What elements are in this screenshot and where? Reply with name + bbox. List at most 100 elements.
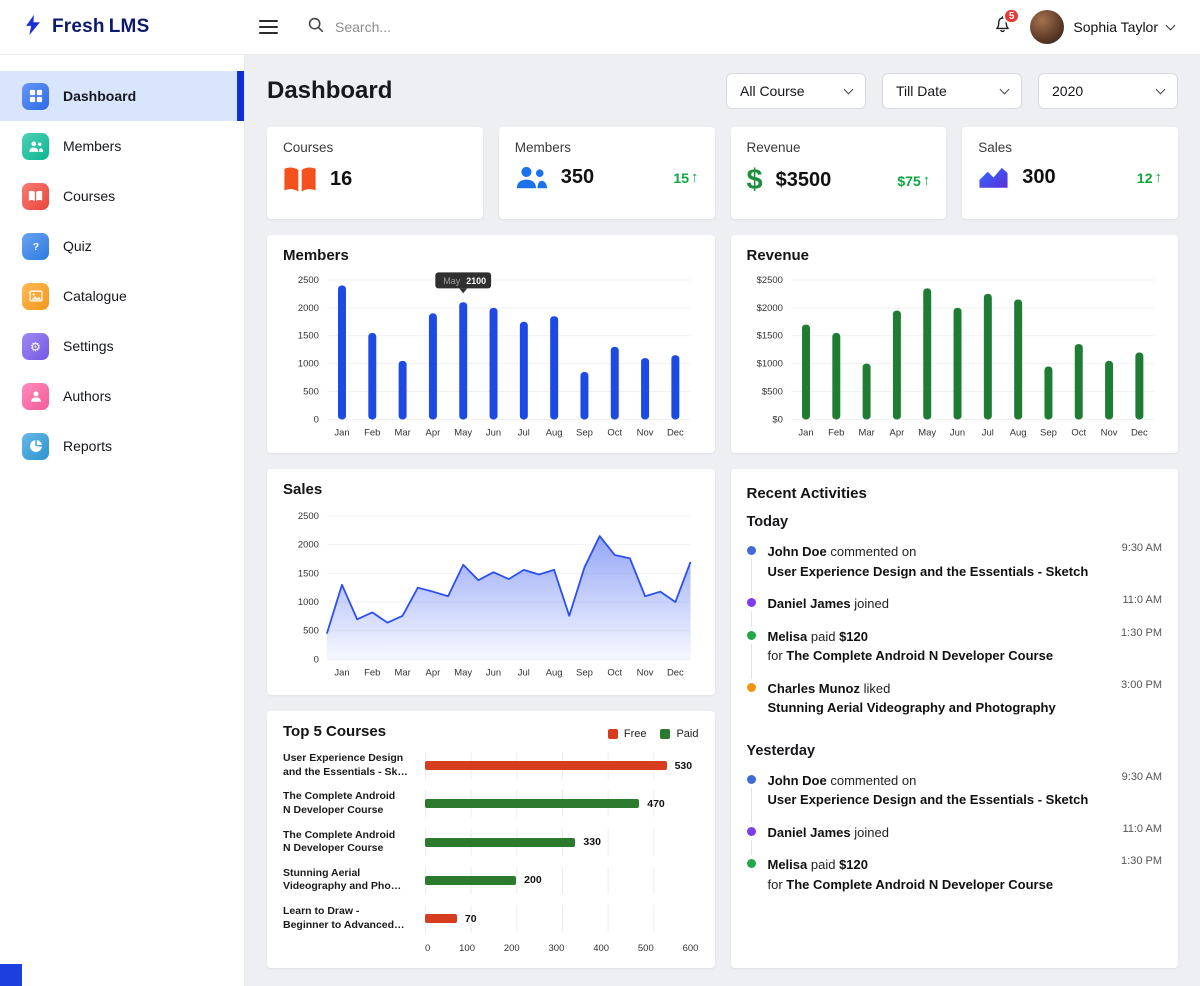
top-courses-title: Top 5 Courses xyxy=(283,723,387,740)
activity-text: Daniel James joined xyxy=(767,596,889,611)
legend-swatch xyxy=(660,728,671,739)
sidebar-item-label: Members xyxy=(63,138,122,154)
search-icon xyxy=(307,16,324,38)
svg-text:500: 500 xyxy=(303,387,319,398)
svg-text:$0: $0 xyxy=(772,414,783,425)
sidebar-item-authors[interactable]: Authors xyxy=(0,371,244,421)
activity-dot xyxy=(747,859,756,868)
up-arrow-icon: ↑ xyxy=(691,169,699,186)
svg-text:Oct: Oct xyxy=(1071,427,1086,438)
activity-time: 11:0 AM xyxy=(1122,822,1162,835)
hbar-row: Stunning Aerial Videography and Pho… 200 xyxy=(283,867,699,894)
sidebar-item-label: Reports xyxy=(63,438,113,454)
bottom-accent xyxy=(0,964,22,986)
activities-title: Recent Activities xyxy=(746,485,867,502)
hbar-label: The Complete Android N Developer Course xyxy=(283,828,396,855)
sidebar-item-label: Quiz xyxy=(63,238,92,254)
activity-rail xyxy=(747,627,757,679)
svg-text:0: 0 xyxy=(314,654,319,665)
menu-toggle-button[interactable] xyxy=(259,17,285,37)
svg-text:0: 0 xyxy=(314,414,319,425)
stat-value: 350 xyxy=(560,166,595,188)
svg-text:$2000: $2000 xyxy=(756,303,782,314)
charts-grid: Members 0 500 1000 1500 2000 2500 Jan Feb Mar Apr… xyxy=(267,235,1178,968)
sidebar-item-catalogue[interactable]: Catalogue xyxy=(0,271,244,321)
svg-text:Jan: Jan xyxy=(798,427,813,438)
user-menu[interactable]: Sophia Taylor xyxy=(1030,10,1176,44)
svg-text:Nov: Nov xyxy=(637,667,654,678)
svg-text:Apr: Apr xyxy=(426,427,441,438)
filter-select-2[interactable]: 2020 xyxy=(1038,73,1178,109)
svg-text:Jun: Jun xyxy=(486,667,501,678)
settings-icon: ⚙ xyxy=(22,332,49,360)
svg-text:Jun: Jun xyxy=(486,427,501,438)
svg-text:2100: 2100 xyxy=(466,276,486,286)
search-input[interactable] xyxy=(333,18,523,36)
filter-value: All Course xyxy=(740,83,805,99)
logo-text-secondary: LMS xyxy=(108,16,150,37)
sidebar-item-quiz[interactable]: ? Quiz xyxy=(0,221,244,271)
activity-time: 9:30 AM xyxy=(1121,770,1162,783)
stat-label: Members xyxy=(514,140,572,155)
stat-cards: Courses 16 Members 350 15 ↑ Revenue $ $3500 $75 ↑ S… xyxy=(267,127,1178,219)
revenue-chart-card: Revenue $0 $500 $1000 $1500 $2000 $2500 Jan Feb… xyxy=(730,235,1178,453)
svg-text:Sep: Sep xyxy=(576,427,593,438)
activity-item: John Doe commented on User Experience Des… xyxy=(747,542,1162,594)
activity-time: 9:30 AM xyxy=(1121,542,1162,554)
activity-text: John Doe commented on User Experience Des… xyxy=(767,772,1089,808)
sidebar-item-reports[interactable]: Reports xyxy=(0,421,244,471)
activity-dot xyxy=(747,774,756,784)
svg-text:Nov: Nov xyxy=(637,427,654,438)
sidebar-item-members[interactable]: Members xyxy=(0,121,244,171)
app-root: FreshLMS 5 Sophia Taylor Das xyxy=(0,0,1200,986)
activity-text: Daniel James joined xyxy=(767,824,889,840)
hbar-axis: 0 100 200 300 400 500 600 xyxy=(425,943,699,954)
svg-text:⚙: ⚙ xyxy=(30,340,41,354)
hbar-bar xyxy=(425,837,576,847)
sidebar-item-settings[interactable]: ⚙ Settings xyxy=(0,321,244,371)
sidebar-item-label: Catalogue xyxy=(63,288,127,304)
recent-activities-card: Recent Activities Today John Doe commente… xyxy=(730,469,1178,968)
stat-value: 16 xyxy=(330,168,353,190)
notifications-button[interactable]: 5 xyxy=(990,8,1021,39)
filters: All Course Till Date 2020 xyxy=(726,73,1178,109)
filter-value: Till Date xyxy=(896,83,947,99)
up-arrow-icon: ↑ xyxy=(922,172,931,189)
hbar-axis-tick: 500 xyxy=(637,943,654,955)
sidebar-item-label: Authors xyxy=(63,388,112,404)
sidebar-item-dashboard[interactable]: Dashboard xyxy=(0,71,244,121)
hbar-axis-tick: 600 xyxy=(682,943,699,955)
hbar-bar xyxy=(425,875,517,885)
logo[interactable]: Fresh LMS xyxy=(0,14,245,41)
legend-item: Free xyxy=(607,728,646,740)
members-chart-card: Members 0 500 1000 1500 2000 2500 Jan Feb Mar Apr… xyxy=(267,235,715,453)
stat-card-members: Members 350 15 ↑ xyxy=(498,127,715,219)
sidebar-item-courses[interactable]: Courses xyxy=(0,171,244,221)
dashboard-icon xyxy=(22,82,49,110)
book-icon xyxy=(283,166,317,193)
main-content: Dashboard All Course Till Date 2020 Course… xyxy=(245,55,1200,986)
logo-icon xyxy=(22,14,44,41)
activities-section-label: Today xyxy=(746,514,789,530)
svg-text:Apr: Apr xyxy=(426,667,441,678)
svg-text:Jul: Jul xyxy=(981,427,993,438)
svg-text:1000: 1000 xyxy=(298,597,319,608)
svg-text:Feb: Feb xyxy=(364,427,380,438)
activity-item: Daniel James joined 11:0 AM xyxy=(747,822,1162,855)
members-chart-title: Members xyxy=(283,247,349,264)
svg-text:$1500: $1500 xyxy=(756,331,782,342)
stat-delta: $75 ↑ xyxy=(897,172,931,189)
activity-time: 1:30 PM xyxy=(1121,855,1162,867)
filter-select-0[interactable]: All Course xyxy=(726,73,866,109)
stat-delta: 15 ↑ xyxy=(673,169,699,186)
activity-time: 11:0 AM xyxy=(1122,594,1162,606)
hbar-bar xyxy=(425,799,640,809)
svg-text:May: May xyxy=(918,427,936,438)
activity-item: Charles Munoz liked Stunning Aerial Video… xyxy=(747,679,1162,731)
svg-text:Mar: Mar xyxy=(858,427,874,438)
chevron-down-icon xyxy=(843,84,854,94)
filter-select-1[interactable]: Till Date xyxy=(882,73,1022,109)
svg-text:1500: 1500 xyxy=(298,331,319,342)
search-box[interactable] xyxy=(307,16,523,38)
quiz-icon: ? xyxy=(22,232,49,260)
